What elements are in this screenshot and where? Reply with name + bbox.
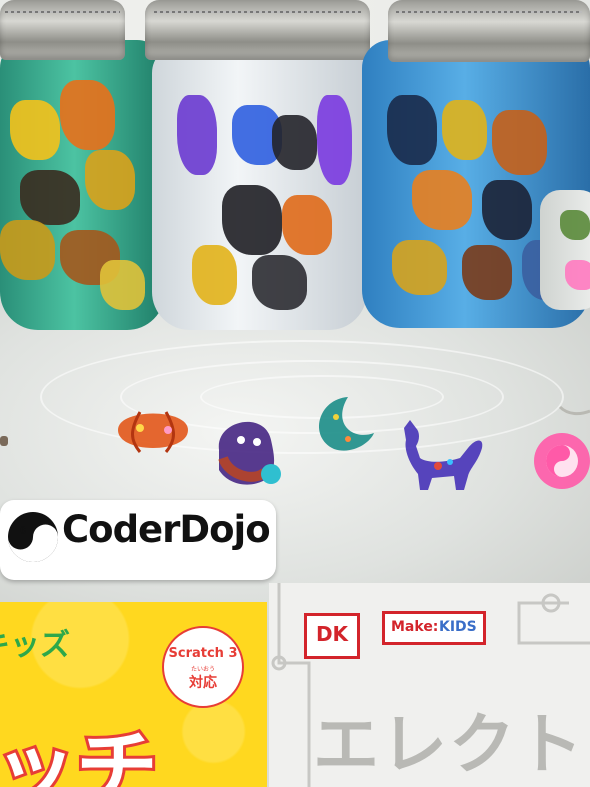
candy bbox=[10, 100, 60, 160]
clear-candy-jar bbox=[152, 45, 367, 330]
candy bbox=[60, 80, 115, 150]
electronics-book-cover: DK Make: KIDS エレクトロ bbox=[269, 583, 590, 787]
candy bbox=[85, 150, 135, 210]
pumpkin-charm bbox=[118, 411, 188, 453]
table-surface bbox=[0, 300, 590, 630]
book-series-text: キッズ bbox=[0, 628, 70, 663]
candy bbox=[412, 170, 472, 230]
scratch3-badge: Scratch 3 たいおう 対応 bbox=[162, 626, 244, 708]
candy bbox=[0, 220, 55, 280]
scratch-book-cover: キッズ Scratch 3 たいおう 対応 ッチ bbox=[0, 602, 267, 787]
candy bbox=[177, 95, 217, 175]
ghost-charm bbox=[218, 421, 281, 485]
small-jar bbox=[540, 190, 590, 310]
candy bbox=[387, 95, 437, 165]
candy bbox=[317, 95, 352, 185]
candy bbox=[192, 245, 237, 305]
badge-line2: 対応 bbox=[189, 675, 217, 691]
svg-text:0: 0 bbox=[20, 524, 27, 537]
badge-line1: Scratch 3 bbox=[168, 646, 238, 661]
candy bbox=[222, 185, 282, 255]
photo-scene: 0 1 CoderDojo キッズ Scratch 3 たいおう 対応 ッチ D… bbox=[0, 0, 590, 787]
candy bbox=[100, 260, 145, 310]
green-candy-jar bbox=[0, 40, 165, 330]
candy bbox=[392, 240, 447, 295]
make-kids-logo: Make: KIDS bbox=[382, 611, 486, 645]
book-title-text: ッチ bbox=[0, 719, 161, 787]
candy bbox=[482, 180, 532, 240]
kids-text: KIDS bbox=[439, 619, 477, 635]
candy bbox=[282, 195, 332, 255]
candy bbox=[252, 255, 307, 310]
cat-charm bbox=[404, 420, 483, 490]
jar-lid bbox=[145, 0, 370, 60]
plant bbox=[560, 210, 590, 240]
candy bbox=[462, 245, 512, 300]
moon-charm bbox=[319, 397, 374, 451]
partial-charm bbox=[0, 436, 8, 446]
candy bbox=[272, 115, 317, 170]
make-text: Make: bbox=[391, 619, 439, 635]
electronics-title-text: エレクトロ bbox=[313, 706, 590, 783]
yin-yang-keychain bbox=[534, 405, 590, 489]
coderdojo-logo-text: CoderDojo bbox=[62, 508, 271, 551]
jar-lid bbox=[0, 0, 125, 60]
candy bbox=[565, 260, 590, 290]
yin-yang-icon: 0 1 bbox=[8, 512, 58, 562]
jar-lid bbox=[388, 0, 590, 62]
dk-logo: DK bbox=[304, 613, 360, 659]
coderdojo-sticker: 0 1 CoderDojo bbox=[0, 500, 276, 580]
candy bbox=[492, 110, 547, 175]
svg-text:1: 1 bbox=[39, 538, 46, 551]
candy bbox=[442, 100, 487, 160]
dk-logo-text: DK bbox=[315, 622, 349, 646]
candy bbox=[20, 170, 80, 225]
